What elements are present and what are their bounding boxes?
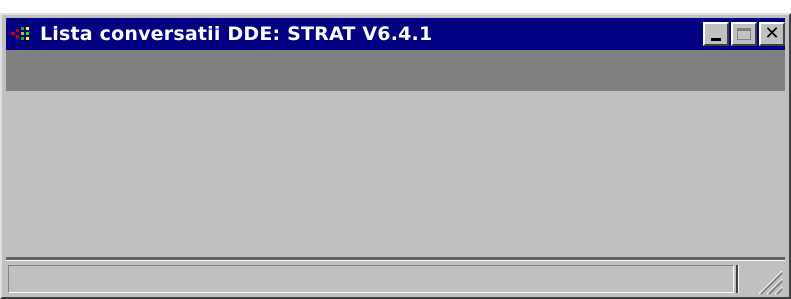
minimize-button[interactable] bbox=[703, 22, 729, 46]
conversation-list-header bbox=[6, 50, 785, 91]
status-panel bbox=[8, 265, 734, 293]
app-icon[interactable] bbox=[11, 25, 37, 43]
title-bar[interactable]: Lista conversatii DDE: STRAT V6.4.1 ✕ bbox=[6, 18, 785, 50]
status-bar bbox=[6, 261, 785, 297]
conversation-list-area[interactable] bbox=[6, 91, 785, 257]
resize-grip-icon[interactable] bbox=[753, 265, 783, 295]
close-icon: ✕ bbox=[764, 23, 780, 44]
dde-conversations-window: Lista conversatii DDE: STRAT V6.4.1 ✕ bbox=[0, 13, 791, 299]
maximize-icon bbox=[737, 28, 751, 40]
close-button[interactable]: ✕ bbox=[759, 22, 785, 46]
minimize-icon bbox=[711, 37, 721, 41]
window-controls: ✕ bbox=[703, 22, 785, 46]
maximize-button[interactable] bbox=[731, 22, 757, 46]
window-title: Lista conversatii DDE: STRAT V6.4.1 bbox=[40, 23, 433, 45]
status-panel-separator bbox=[736, 265, 739, 293]
